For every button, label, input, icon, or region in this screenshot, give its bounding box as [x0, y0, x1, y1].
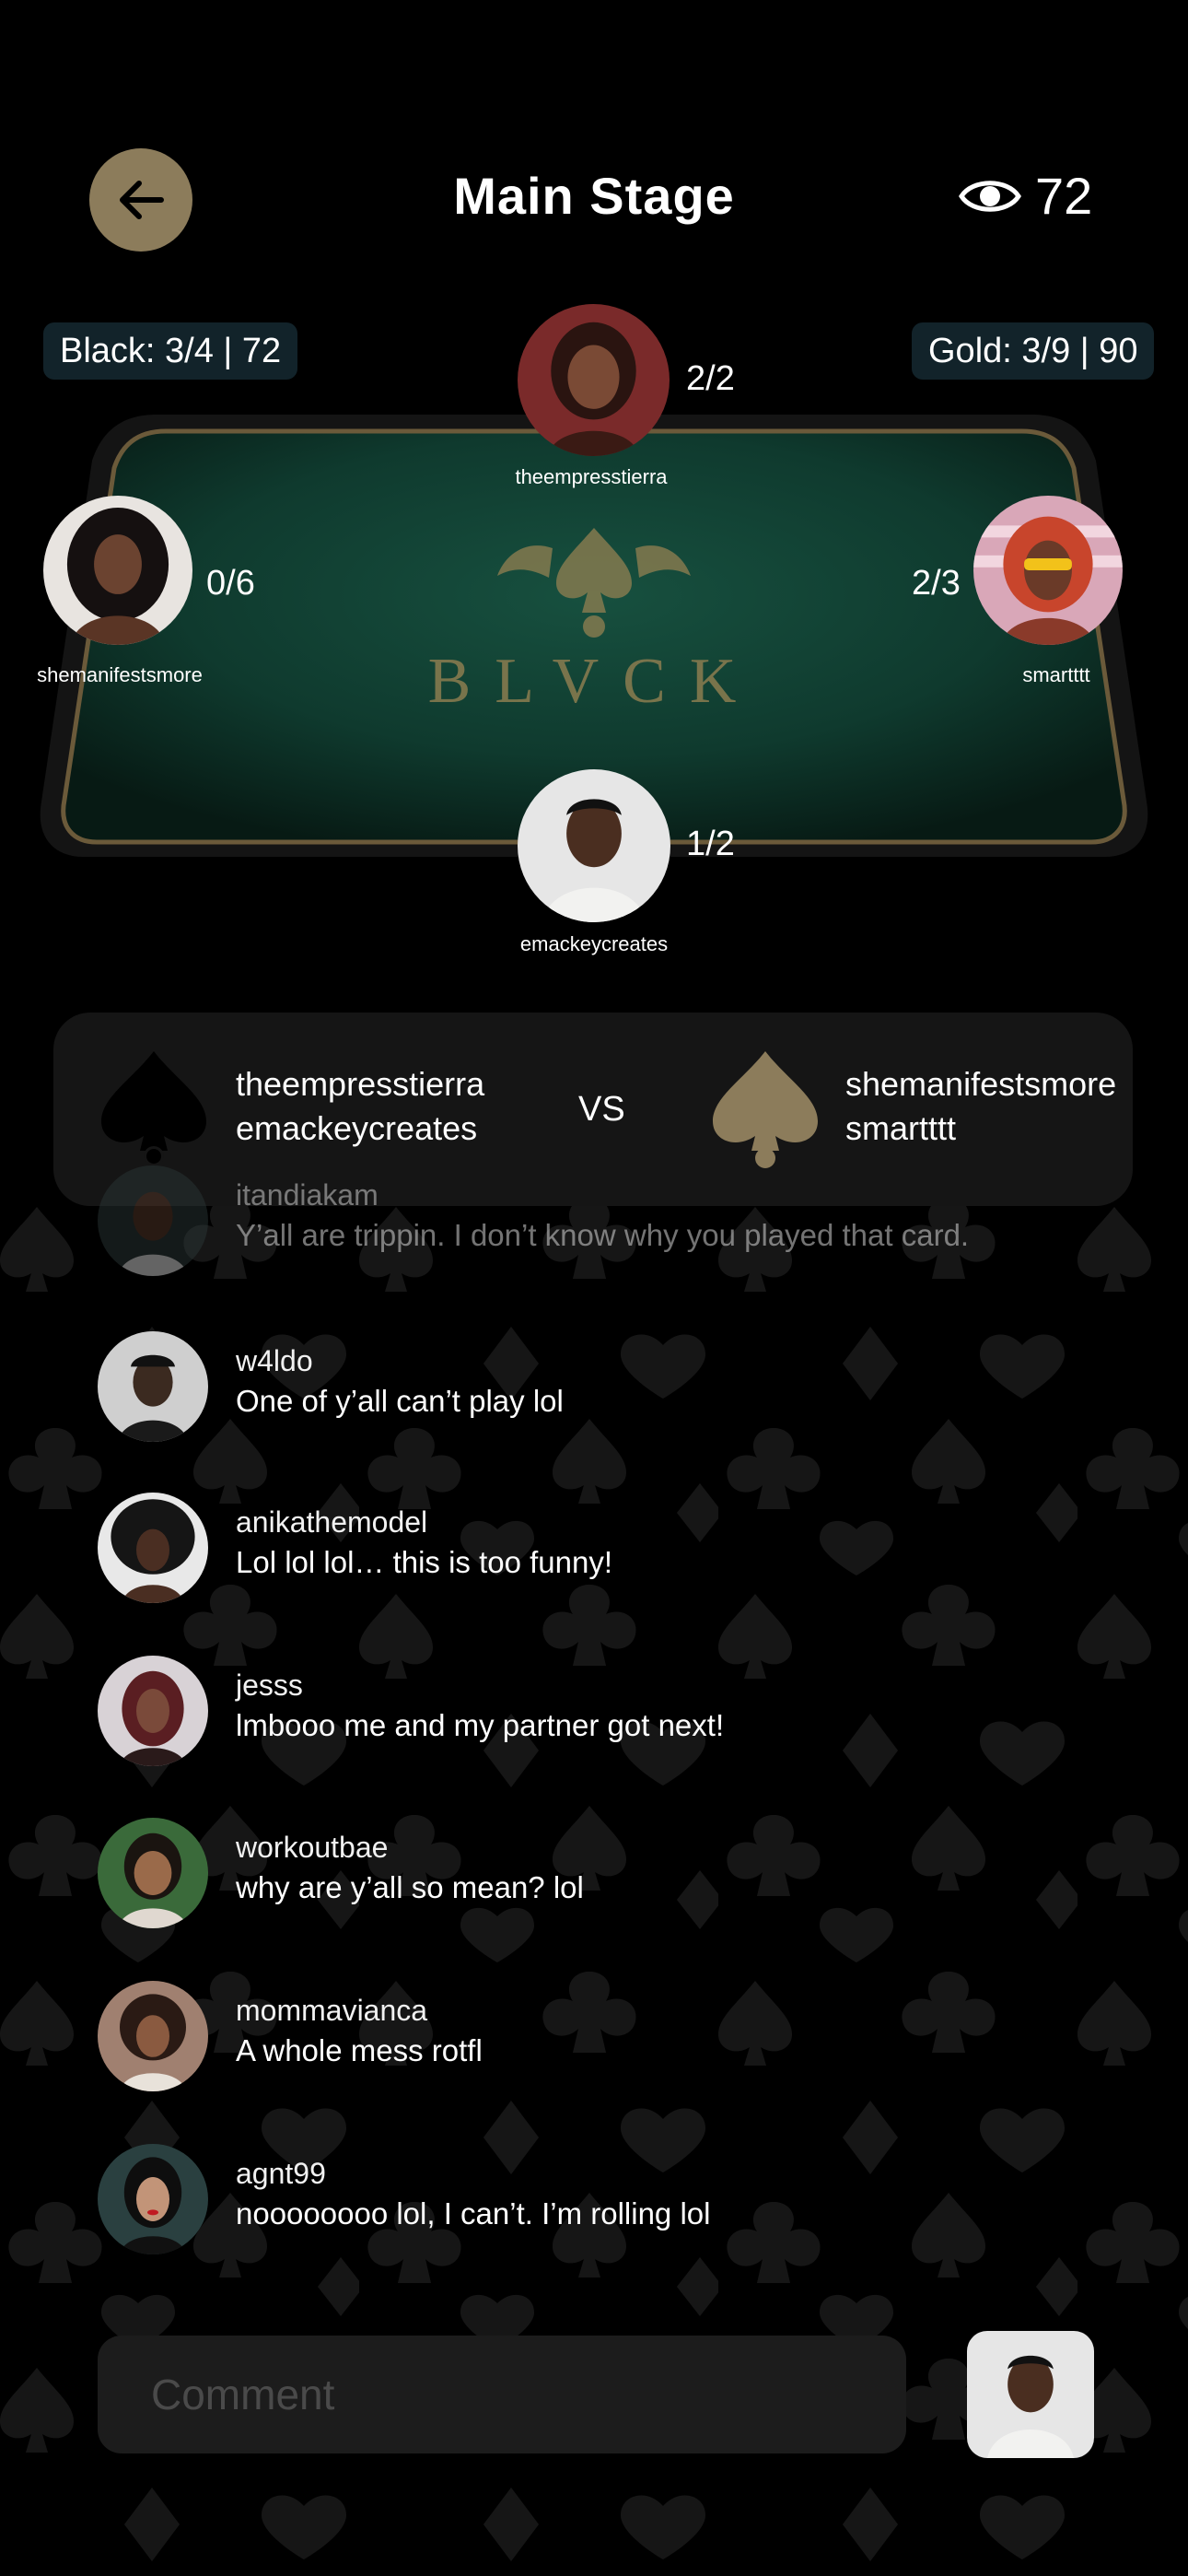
avatar-photo [518, 769, 670, 922]
chat-avatar[interactable] [98, 1656, 208, 1766]
player-name-bottom: emackeycreates [519, 932, 669, 955]
player-name-left: shemanifestsmore [37, 663, 203, 686]
chat-message: mommavianca A whole mess rotfl [98, 1981, 483, 2091]
chat-message: w4ldo One of y’all can’t play lol [98, 1331, 564, 1442]
player-score-top: 2/2 [686, 359, 735, 398]
page-title: Main Stage [453, 167, 735, 225]
black-team-member-1: theempresstierra [236, 1065, 485, 1103]
current-user-avatar[interactable] [967, 2331, 1094, 2458]
chat-username: workoutbae [236, 1831, 389, 1864]
chat-username: mommavianca [236, 1994, 428, 2027]
gold-score-badge: Gold: 3/9 | 90 [912, 322, 1155, 380]
chat-message-text: A whole mess rotfl [236, 2033, 483, 2067]
player-name-top: theempresstierra [515, 465, 668, 488]
black-team-names: theempresstierra emackeycreates [236, 1062, 484, 1151]
player-avatar-left[interactable] [43, 496, 192, 645]
chat-message-text: Y’all are trippin. I don’t know why you … [236, 1218, 970, 1252]
eye-icon [959, 180, 1021, 212]
spade-black-icon [101, 1051, 206, 1166]
chat-message-text: lmbooo me and my partner got next! [236, 1708, 725, 1742]
chat-message-text: why are y’all so mean? lol [236, 1870, 584, 1904]
gold-team-names: shemanifestsmore smartttt [845, 1062, 1116, 1151]
avatar-photo [43, 496, 192, 645]
chat-message: jesss lmbooo me and my partner got next! [98, 1656, 724, 1766]
player-avatar-top[interactable] [518, 304, 670, 456]
chat-avatar[interactable] [98, 1493, 208, 1603]
viewer-counter: 72 [958, 166, 1092, 226]
chat-message: itandiakam Y’all are trippin. I don’t kn… [98, 1165, 969, 1276]
chat-username: w4ldo [236, 1344, 313, 1377]
chat-message: workoutbae why are y’all so mean? lol [98, 1818, 584, 1928]
spade-gold-icon [713, 1051, 818, 1168]
player-score-left: 0/6 [206, 564, 255, 603]
chat-message: anikathemodel Lol lol lol… this is too f… [98, 1493, 612, 1603]
vs-label: VS [578, 1090, 625, 1129]
chat-username: agnt99 [236, 2157, 326, 2190]
player-score-bottom: 1/2 [686, 825, 735, 863]
chat-avatar[interactable] [98, 1981, 208, 2091]
black-score-badge: Black: 3/4 | 72 [43, 322, 298, 380]
chat-avatar[interactable] [98, 1331, 208, 1442]
arrow-left-icon [120, 181, 164, 219]
black-team-member-2: emackeycreates [236, 1109, 478, 1147]
player-avatar-bottom[interactable] [518, 769, 670, 922]
avatar-photo [967, 2331, 1094, 2458]
comment-input[interactable] [98, 2336, 906, 2453]
chat-message-text: noooooooo lol, I can’t. I’m rolling lol [236, 2196, 711, 2231]
chat-message-text: Lol lol lol… this is too funny! [236, 1545, 613, 1579]
chat-username: jesss [236, 1669, 303, 1702]
chat-username: itandiakam [236, 1178, 379, 1212]
gold-team-member-1: shemanifestsmore [845, 1065, 1117, 1103]
chat-username: anikathemodel [236, 1505, 428, 1539]
back-button[interactable] [89, 148, 192, 252]
player-name-right: smartttt [1022, 663, 1090, 686]
chat-avatar[interactable] [98, 1818, 208, 1928]
brand-logo-text: BLVCK [427, 646, 761, 717]
player-avatar-right[interactable] [973, 496, 1123, 645]
viewer-count: 72 [1035, 167, 1093, 225]
chat-avatar[interactable] [98, 1165, 208, 1276]
chat-avatar[interactable] [98, 2144, 208, 2254]
avatar-photo [518, 304, 670, 456]
avatar-photo [973, 496, 1123, 645]
chat-message: agnt99 noooooooo lol, I can’t. I’m rolli… [98, 2144, 710, 2254]
brand-emblem-icon [497, 528, 691, 638]
player-score-right: 2/3 [912, 564, 961, 603]
chat-message-text: One of y’all can’t play lol [236, 1384, 564, 1418]
gold-team-member-2: smartttt [845, 1109, 957, 1147]
